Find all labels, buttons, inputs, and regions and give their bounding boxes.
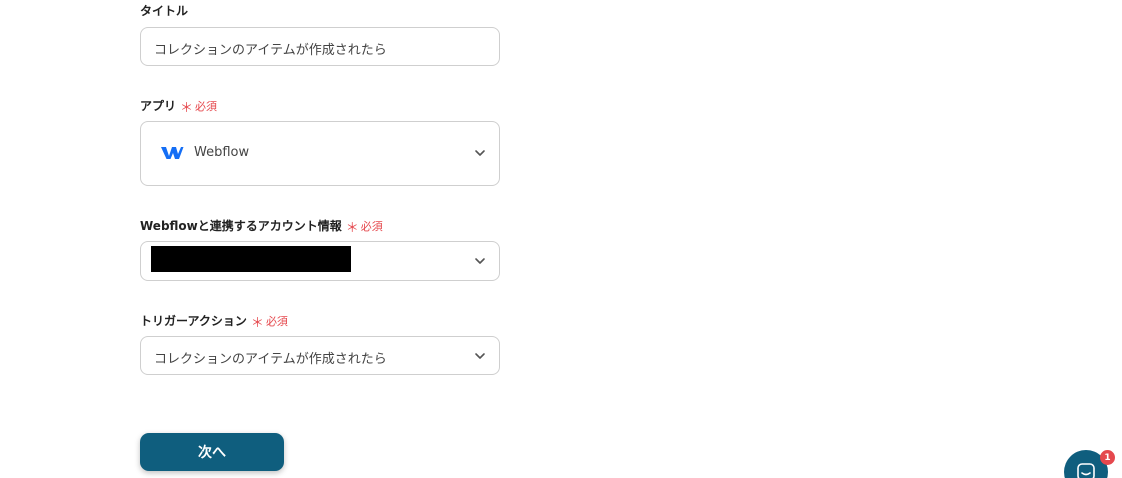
app-select-value: Webflow <box>194 145 250 160</box>
chevron-down-icon <box>475 258 485 264</box>
required-indicator: ＊ 必須 <box>180 99 218 117</box>
trigger-action-label: トリガーアクション ＊ 必須 <box>140 311 288 332</box>
title-input-value: コレクションのアイテムが作成されたら <box>154 43 387 58</box>
notification-badge: 1 <box>1100 450 1115 465</box>
account-select[interactable] <box>140 241 500 281</box>
title-label: タイトル <box>140 4 189 18</box>
account-label: Webflowと連携するアカウント情報 ＊ 必須 <box>140 216 383 237</box>
title-input[interactable]: コレクションのアイテムが作成されたら <box>140 27 500 66</box>
trigger-action-select[interactable]: コレクションのアイテムが作成されたら <box>140 336 500 375</box>
app-select[interactable]: Webflow <box>140 121 500 186</box>
next-button[interactable]: 次へ <box>140 433 284 471</box>
page: タイトル コレクションのアイテムが作成されたら アプリ ＊ 必須 Webflow… <box>0 0 1122 478</box>
chevron-down-icon <box>475 150 485 156</box>
redacted-account-name <box>151 246 351 272</box>
required-indicator: ＊ 必須 <box>250 314 288 332</box>
chat-icon <box>1077 463 1095 478</box>
trigger-action-select-value: コレクションのアイテムが作成されたら <box>154 352 387 367</box>
required-indicator: ＊ 必須 <box>345 219 383 237</box>
app-label: アプリ ＊ 必須 <box>140 96 218 117</box>
webflow-logo-icon <box>161 147 184 159</box>
chevron-down-icon <box>475 353 485 359</box>
